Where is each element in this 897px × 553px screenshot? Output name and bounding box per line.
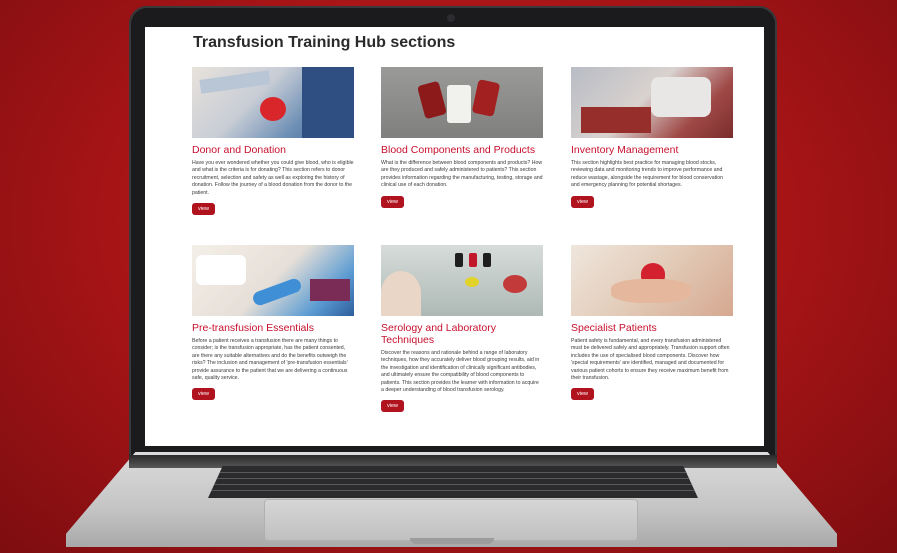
section-card-components: Blood Components and Products What is th… bbox=[381, 67, 543, 208]
section-description: Discover the reasons and rationale behin… bbox=[381, 350, 540, 394]
section-title: Pre-transfusion Essentials bbox=[192, 322, 314, 334]
section-card-specialist: Specialist Patients Patient safety is fu… bbox=[571, 245, 733, 401]
donor-image bbox=[192, 67, 354, 138]
webcam-icon bbox=[447, 14, 455, 22]
trackpad bbox=[265, 500, 637, 540]
pretransfusion-image bbox=[192, 245, 354, 316]
section-description: Before a patient receives a transfusion … bbox=[192, 338, 348, 382]
section-title: Serology and Laboratory Techniques bbox=[381, 322, 496, 346]
inventory-image bbox=[571, 67, 733, 138]
heart-hands-image bbox=[571, 245, 733, 316]
view-button[interactable]: view bbox=[192, 203, 216, 216]
view-button[interactable]: view bbox=[571, 388, 595, 401]
section-card-donor: Donor and Donation Have you ever wondere… bbox=[192, 67, 354, 216]
section-card-inventory: Inventory Management This section highli… bbox=[571, 67, 733, 208]
section-card-pretransfusion: Pre-transfusion Essentials Before a pati… bbox=[192, 245, 354, 401]
blood-bags-image bbox=[381, 67, 543, 138]
serology-image bbox=[381, 245, 543, 316]
page-title: Transfusion Training Hub sections bbox=[193, 34, 456, 51]
lid-notch bbox=[410, 538, 494, 544]
section-title: Blood Components and Products bbox=[381, 144, 536, 156]
laptop-lid: Transfusion Training Hub sections Donor … bbox=[129, 6, 777, 468]
section-title: Donor and Donation bbox=[192, 144, 286, 156]
view-button[interactable]: view bbox=[192, 388, 216, 401]
section-description: What is the difference between blood com… bbox=[381, 160, 543, 189]
laptop-screen: Transfusion Training Hub sections Donor … bbox=[145, 27, 764, 446]
section-card-serology: Serology and Laboratory Techniques Disco… bbox=[381, 245, 543, 413]
view-button[interactable]: view bbox=[381, 400, 405, 413]
section-description: Have you ever wondered whether you could… bbox=[192, 160, 354, 196]
view-button[interactable]: view bbox=[381, 195, 405, 208]
keyboard bbox=[208, 466, 698, 498]
view-button[interactable]: view bbox=[571, 195, 595, 208]
section-title: Inventory Management bbox=[571, 144, 679, 156]
section-description: Patient safety is fundamental, and every… bbox=[571, 338, 730, 382]
section-description: This section highlights best practice fo… bbox=[571, 160, 723, 189]
section-title: Specialist Patients bbox=[571, 322, 657, 334]
